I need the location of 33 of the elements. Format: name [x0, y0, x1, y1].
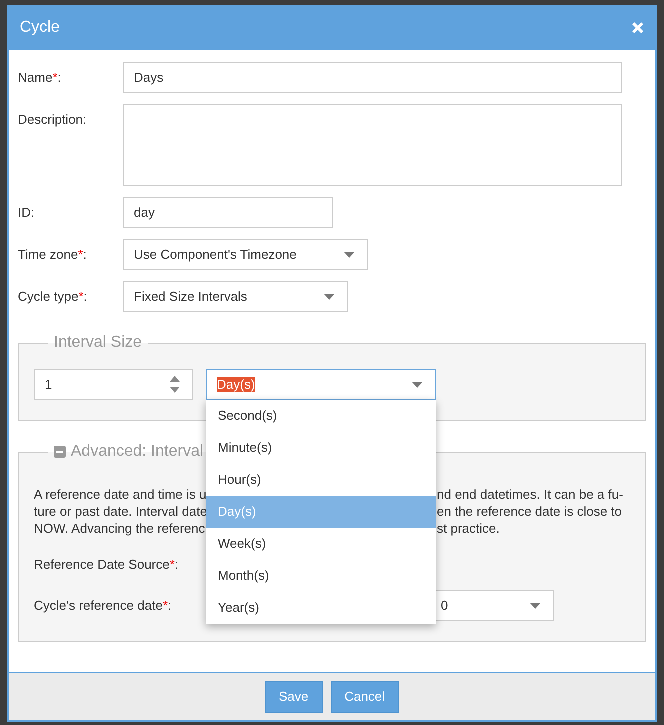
dropdown-option[interactable]: Second(s) [206, 400, 436, 432]
description-field[interactable] [123, 104, 622, 186]
description-text: A reference date and time is u [34, 486, 207, 503]
caret-icon [412, 382, 423, 388]
dropdown-option[interactable]: Hour(s) [206, 464, 436, 496]
dropdown-option[interactable]: Month(s) [206, 560, 436, 592]
dropdown-option[interactable]: Year(s) [206, 592, 436, 624]
field-label: Time zone*: [18, 246, 88, 264]
description-text: nd end datetimes. It can be a fu- [437, 486, 624, 503]
description-text: NOW. Advancing the referenc [34, 520, 206, 537]
panel-legend: Advanced: Interval [71, 443, 204, 461]
number-field[interactable]: 1 [34, 369, 193, 400]
field-label: ID: [18, 204, 36, 222]
dropdown-option[interactable]: Minute(s) [206, 432, 436, 464]
description-text: ture or past date. Interval date [34, 503, 208, 520]
description-text: st practice. [437, 520, 500, 537]
caret-icon [344, 252, 355, 258]
select-field[interactable]: Use Component's Timezone [123, 239, 368, 270]
text-field[interactable]: Days [123, 62, 622, 93]
field-label: Cycle type*: [18, 288, 88, 306]
spinner-icon[interactable] [170, 376, 180, 393]
caret-icon [530, 602, 541, 608]
close-icon[interactable] [632, 22, 644, 34]
description-text: en the reference date is close to [437, 503, 622, 520]
collapse-icon[interactable] [54, 446, 66, 458]
text-field[interactable]: day [123, 197, 333, 228]
dropdown-option[interactable]: Week(s) [206, 528, 436, 560]
panel-legend: Interval Size [54, 334, 142, 352]
field-label: Description: [18, 111, 88, 129]
select-field[interactable]: Fixed Size Intervals [123, 281, 348, 312]
dialog-title: Cycle [20, 18, 60, 36]
field-label: Name*: [18, 69, 62, 87]
caret-icon [324, 294, 335, 300]
